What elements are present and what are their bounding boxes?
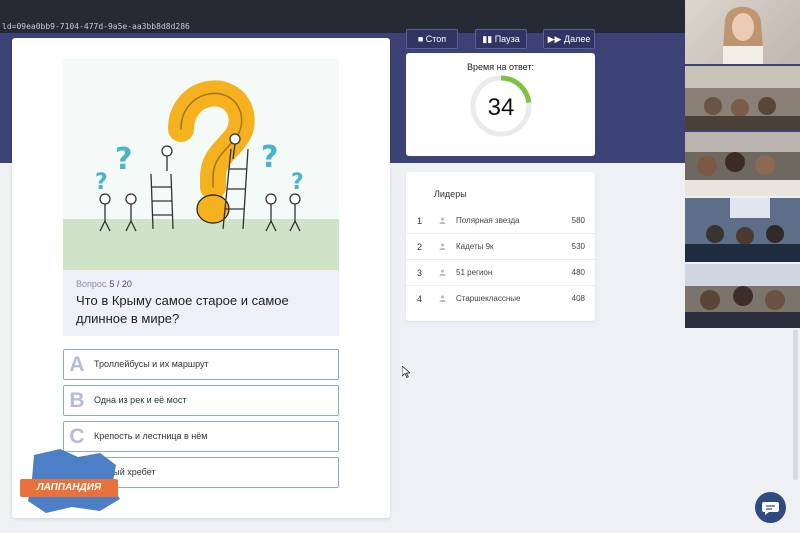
fast-forward-icon: ▶▶: [547, 33, 562, 44]
scrollbar[interactable]: [793, 330, 798, 480]
video-tile-3[interactable]: [685, 132, 800, 196]
leaderboard-title: Лидеры: [434, 189, 467, 199]
leader-score: 480: [571, 268, 585, 277]
svg-text:?: ?: [261, 140, 278, 175]
leaderboard-row: 4 Старшеклассные 408: [406, 286, 595, 312]
video-tile-1[interactable]: [685, 0, 800, 64]
pause-icon: ▮▮: [482, 33, 493, 44]
leader-team: Полярная звезда: [456, 216, 520, 225]
leader-rank: 3: [417, 268, 423, 278]
video-tile-4[interactable]: [685, 198, 800, 262]
svg-text:?: ?: [115, 142, 132, 177]
question-card: ? ? ? ? Вопрос 5 / 20 Что в Крыму самое …: [12, 38, 390, 518]
next-label: Далее: [563, 33, 591, 44]
url-fragment[interactable]: ld=09ea0bb9-7104-477d-9a5e-aa3bb8d8d286: [2, 22, 190, 31]
leader-team: Кадеты 9к: [456, 242, 494, 251]
chat-button[interactable]: [755, 492, 786, 523]
timer-label: Время на ответ:: [467, 62, 534, 72]
question-box: Вопрос 5 / 20 Что в Крыму самое старое и …: [63, 270, 339, 336]
pause-button[interactable]: ▮▮ Пауза: [475, 29, 527, 49]
timer-value: 34: [488, 94, 515, 121]
leader-rank: 4: [417, 294, 423, 304]
leaderboard-row: 1 Полярная звезда 580: [406, 208, 595, 234]
leader-score: 408: [571, 294, 585, 303]
video-tile-2[interactable]: [685, 66, 800, 130]
user-icon: [439, 269, 446, 276]
leader-team: Старшеклассные: [456, 294, 521, 303]
answer-letter: A: [69, 353, 85, 376]
stop-label: Стоп: [425, 34, 447, 44]
leader-rank: 1: [417, 216, 423, 226]
logo-text: ЛАППАНДИЯ: [20, 479, 118, 497]
question-number: 5 / 20: [109, 279, 132, 289]
question-meta: Вопрос 5 / 20: [76, 279, 326, 289]
next-button[interactable]: ▶▶ Далее: [543, 29, 595, 49]
leader-rank: 2: [417, 242, 423, 252]
leader-team: 51 регион: [456, 268, 493, 277]
answer-option-b[interactable]: B Одна из рек и её мост: [63, 385, 339, 416]
question-label: Вопрос: [76, 279, 107, 289]
leaderboard: Лидеры 1 Полярная звезда 580 2 Кадеты 9к…: [406, 172, 595, 321]
answer-option-a[interactable]: A Троллейбусы и их маршрут: [63, 349, 339, 380]
stop-icon: ■: [417, 34, 424, 44]
timer-card: Время на ответ: 34: [406, 53, 595, 156]
leader-score: 580: [571, 216, 585, 225]
answer-text: Троллейбусы и их маршрут: [94, 359, 209, 369]
stop-button[interactable]: ■ Стоп: [406, 29, 458, 49]
svg-text:?: ?: [291, 170, 304, 195]
user-icon: [439, 243, 446, 250]
leaderboard-row: 3 51 регион 480: [406, 260, 595, 286]
browser-bar: ld=09ea0bb9-7104-477d-9a5e-aa3bb8d8d286: [0, 0, 800, 33]
user-icon: [439, 295, 446, 302]
user-icon: [439, 217, 446, 224]
video-tile-5[interactable]: [685, 264, 800, 328]
chat-icon: [762, 502, 779, 515]
leaderboard-row: 2 Кадеты 9к 530: [406, 234, 595, 260]
svg-text:?: ?: [95, 170, 108, 195]
leader-score: 530: [571, 242, 585, 251]
answer-letter: B: [69, 389, 85, 412]
question-illustration: ? ? ? ?: [63, 59, 339, 270]
lappandia-logo: ЛАППАНДИЯ: [20, 447, 125, 515]
answer-text: Одна из рек и её мост: [94, 395, 187, 405]
question-text: Что в Крыму самое старое и самое длинное…: [76, 293, 289, 326]
mouse-cursor-icon: [402, 366, 410, 378]
pause-label: Пауза: [494, 33, 520, 44]
timer-ring: 34: [470, 75, 532, 137]
